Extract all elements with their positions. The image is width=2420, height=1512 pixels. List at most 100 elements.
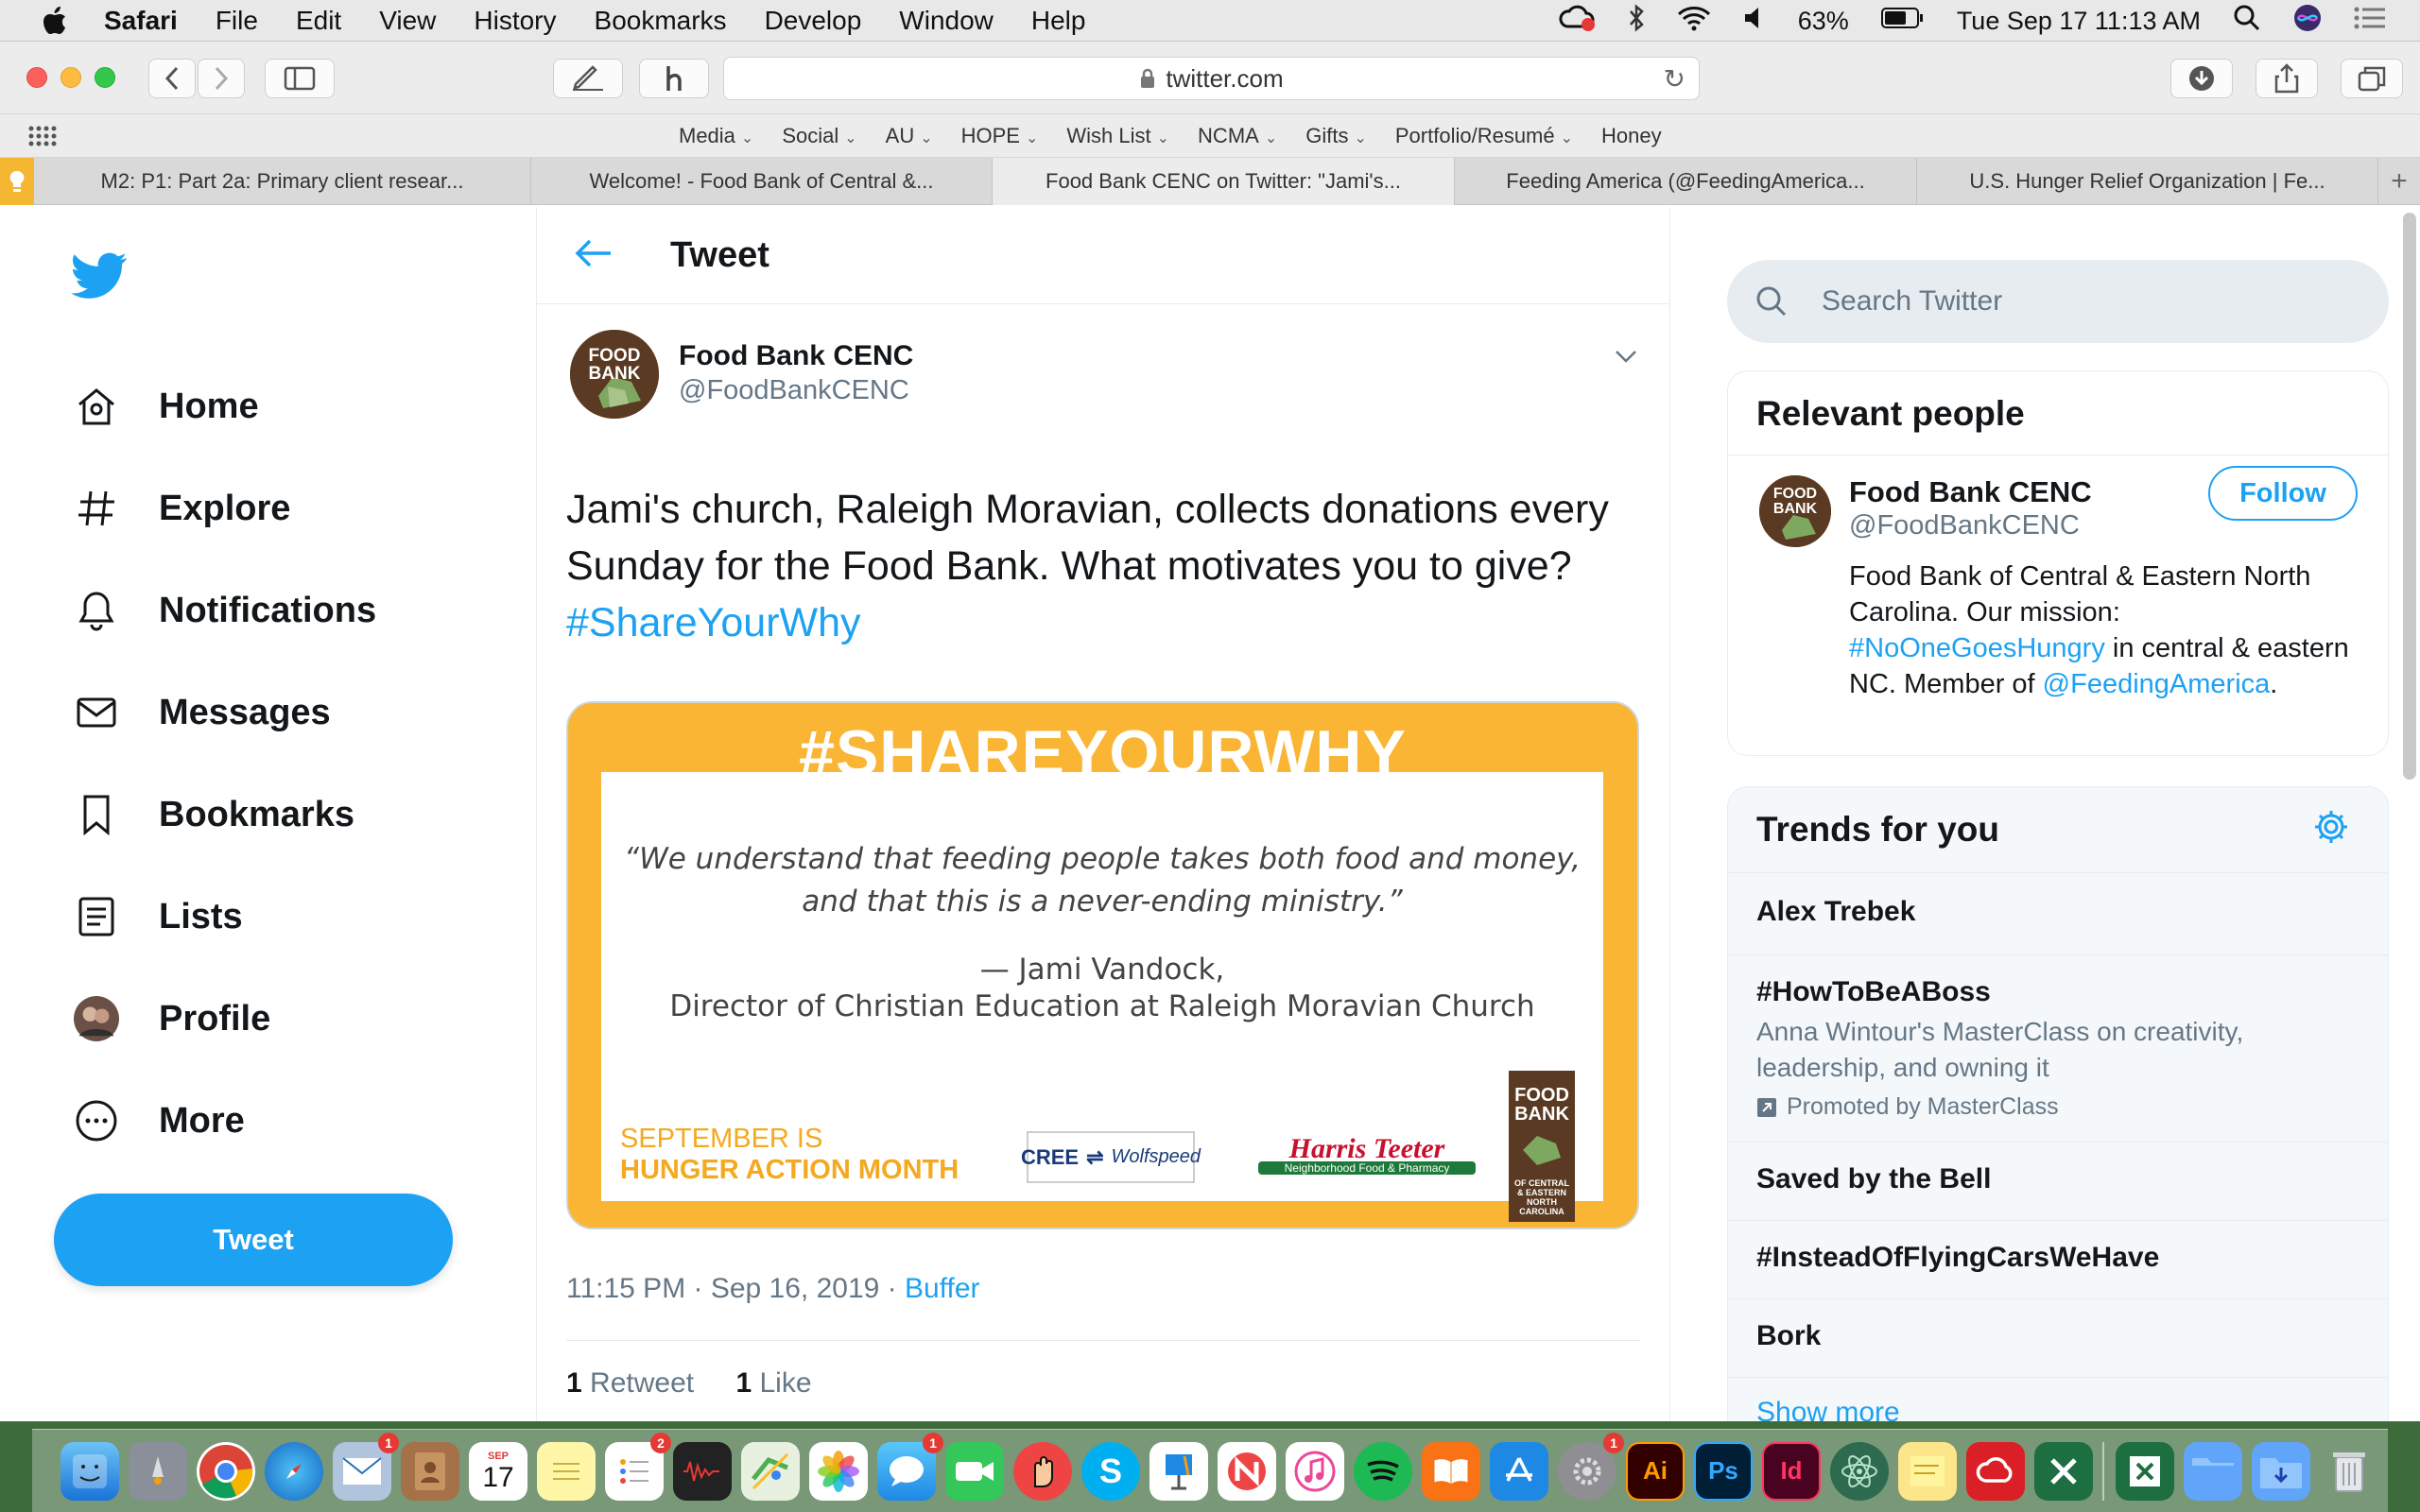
- clock[interactable]: Tue Sep 17 11:13 AM: [1957, 7, 2201, 36]
- creative-cloud-dock-icon[interactable]: [1966, 1441, 2025, 1501]
- indesign-icon[interactable]: Id: [1762, 1441, 1821, 1501]
- skype-icon[interactable]: S: [1081, 1441, 1140, 1501]
- likes-count[interactable]: 1 Like: [735, 1367, 811, 1399]
- tab-food-bank-welcome[interactable]: Welcome! - Food Bank of Central &...: [531, 158, 993, 205]
- twitter-logo-icon[interactable]: [71, 252, 128, 304]
- favorite-gifts[interactable]: Gifts ⌄: [1305, 124, 1367, 148]
- tab-food-bank-twitter[interactable]: Food Bank CENC on Twitter: "Jami's...: [993, 158, 1455, 205]
- show-more-link[interactable]: Show more: [1728, 1377, 2388, 1421]
- atom-icon[interactable]: [1830, 1441, 1889, 1501]
- author-name[interactable]: Food Bank CENC: [679, 340, 913, 372]
- tweet-menu-chevron-down-icon[interactable]: [1615, 339, 1637, 371]
- launchpad-icon[interactable]: [129, 1441, 187, 1501]
- excel-icon[interactable]: [2034, 1441, 2093, 1501]
- back-arrow-icon[interactable]: [575, 235, 613, 278]
- tab-feeding-america[interactable]: Feeding America (@FeedingAmerica...: [1455, 158, 1917, 205]
- hashtag-link[interactable]: #ShareYourWhy: [566, 600, 861, 645]
- spotify-icon[interactable]: [1354, 1441, 1412, 1501]
- share-button[interactable]: [2256, 59, 2318, 98]
- tab-hunger-relief[interactable]: U.S. Hunger Relief Organization | Fe...: [1917, 158, 2378, 205]
- facetime-icon[interactable]: [945, 1441, 1004, 1501]
- chrome-icon[interactable]: [197, 1441, 255, 1501]
- favorite-hope[interactable]: HOPE ⌄: [961, 124, 1039, 148]
- hand-app-icon[interactable]: [1013, 1441, 1072, 1501]
- excel-document-icon[interactable]: [2116, 1441, 2174, 1501]
- messages-icon[interactable]: 1: [877, 1432, 943, 1501]
- favorite-portfolio[interactable]: Portfolio/Resumé ⌄: [1395, 124, 1573, 148]
- tweet-source-link[interactable]: Buffer: [905, 1273, 980, 1304]
- stickies-icon[interactable]: [1898, 1441, 1957, 1501]
- photos-icon[interactable]: [809, 1441, 868, 1501]
- gear-icon[interactable]: [2312, 808, 2350, 850]
- sidebar-toggle-button[interactable]: [265, 59, 335, 98]
- menu-edit[interactable]: Edit: [296, 6, 341, 36]
- trash-icon[interactable]: [2320, 1442, 2378, 1501]
- downloads-button[interactable]: [2170, 59, 2233, 98]
- downloads-folder-icon[interactable]: [2252, 1441, 2310, 1501]
- keynote-icon[interactable]: [1150, 1441, 1208, 1501]
- forward-button[interactable]: [198, 59, 245, 98]
- show-all-bookmarks-icon[interactable]: [28, 126, 57, 152]
- menu-app-name[interactable]: Safari: [104, 6, 178, 36]
- nav-lists[interactable]: Lists: [74, 888, 243, 945]
- volume-icon[interactable]: [1743, 5, 1766, 38]
- menu-bookmarks[interactable]: Bookmarks: [595, 6, 727, 36]
- menu-develop[interactable]: Develop: [765, 6, 862, 36]
- nav-profile[interactable]: Profile: [74, 990, 270, 1047]
- trend-item-promoted[interactable]: #HowToBeABoss Anna Wintour's MasterClass…: [1728, 954, 2388, 1142]
- new-tab-button[interactable]: +: [2378, 158, 2420, 205]
- creative-cloud-icon[interactable]: [1558, 4, 1596, 39]
- music-icon[interactable]: [1286, 1441, 1344, 1501]
- contacts-icon[interactable]: [401, 1441, 459, 1501]
- lightbulb-icon[interactable]: [0, 158, 34, 205]
- voice-memos-icon[interactable]: [673, 1441, 732, 1501]
- retweets-count[interactable]: 1 Retweet: [566, 1367, 694, 1399]
- tab-primary-client-research[interactable]: M2: P1: Part 2a: Primary client resear..…: [34, 158, 531, 205]
- relevant-avatar[interactable]: FOOD BANK: [1759, 475, 1831, 547]
- spotlight-icon[interactable]: [2233, 4, 2261, 39]
- honey-extension-button[interactable]: [639, 59, 709, 98]
- menu-help[interactable]: Help: [1031, 6, 1086, 36]
- siri-icon[interactable]: [2293, 4, 2322, 39]
- back-button[interactable]: [148, 59, 196, 98]
- nav-bookmarks[interactable]: Bookmarks: [74, 786, 354, 843]
- trend-item[interactable]: #InsteadOfFlyingCarsWeHave: [1728, 1220, 2388, 1298]
- battery-icon[interactable]: [1880, 7, 1925, 36]
- finder-icon[interactable]: [60, 1441, 119, 1501]
- nav-explore[interactable]: Explore: [74, 480, 290, 537]
- reminders-icon[interactable]: 2: [605, 1432, 671, 1501]
- favorite-au[interactable]: AU ⌄: [886, 124, 933, 148]
- author-avatar[interactable]: FOOD BANK: [570, 330, 659, 419]
- illustrator-icon[interactable]: Ai: [1626, 1441, 1685, 1501]
- notification-center-icon[interactable]: [2354, 6, 2386, 37]
- safari-icon[interactable]: [265, 1441, 323, 1501]
- page-scrollbar[interactable]: [2403, 213, 2416, 780]
- menu-history[interactable]: History: [474, 6, 556, 36]
- trend-item[interactable]: Alex Trebek: [1728, 872, 2388, 954]
- nav-home[interactable]: Home: [74, 378, 259, 435]
- app-store-icon[interactable]: [1490, 1441, 1548, 1501]
- bio-hashtag-link[interactable]: #NoOneGoesHungry: [1849, 633, 2105, 663]
- system-preferences-icon[interactable]: 1: [1558, 1432, 1624, 1501]
- menu-file[interactable]: File: [216, 6, 258, 36]
- maps-icon[interactable]: [741, 1441, 800, 1501]
- apple-menu-icon[interactable]: [34, 0, 76, 42]
- wifi-icon[interactable]: [1677, 5, 1711, 38]
- favorite-media[interactable]: Media ⌄: [679, 124, 753, 148]
- books-icon[interactable]: [1422, 1441, 1480, 1501]
- favorite-ncma[interactable]: NCMA ⌄: [1198, 124, 1277, 148]
- nav-notifications[interactable]: Notifications: [74, 582, 376, 639]
- favorite-social[interactable]: Social ⌄: [782, 124, 856, 148]
- reload-icon[interactable]: ↻: [1664, 63, 1685, 94]
- trend-item[interactable]: Saved by the Bell: [1728, 1142, 2388, 1220]
- close-window-button[interactable]: [26, 67, 47, 88]
- menu-view[interactable]: View: [379, 6, 436, 36]
- calendar-icon[interactable]: SEP 17: [469, 1441, 527, 1501]
- mail-icon[interactable]: 1: [333, 1432, 399, 1501]
- photoshop-icon[interactable]: Ps: [1694, 1441, 1753, 1501]
- news-icon[interactable]: [1218, 1441, 1276, 1501]
- follow-button[interactable]: Follow: [2208, 466, 2358, 521]
- show-tabs-button[interactable]: [2341, 59, 2403, 98]
- bluetooth-icon[interactable]: [1628, 3, 1645, 39]
- author-handle[interactable]: @FoodBankCENC: [679, 375, 909, 406]
